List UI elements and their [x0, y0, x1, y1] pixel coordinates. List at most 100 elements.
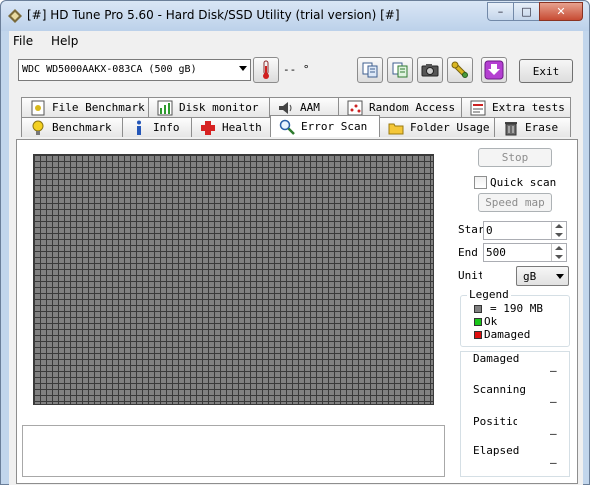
end-input[interactable]: 500: [483, 243, 567, 262]
tab-aam[interactable]: AAM: [269, 97, 339, 117]
copy-icon: [362, 62, 378, 78]
stat-position-value: –: [550, 427, 557, 440]
start-input[interactable]: 0: [483, 221, 567, 240]
unit-label-clip: Unit: [458, 269, 482, 285]
spin-arrows[interactable]: [551, 222, 566, 239]
app-window: [#] HD Tune Pro 5.60 - Hard Disk/SSD Uti…: [0, 0, 590, 485]
end-input-value: 500: [486, 246, 506, 259]
download-icon: [484, 60, 504, 80]
start-label: Start: [458, 223, 484, 236]
tab-label: Error Scan: [301, 120, 368, 133]
tab-label: Extra tests: [492, 101, 565, 114]
window-title: [#] HD Tune Pro 5.60 - Hard Disk/SSD Uti…: [27, 8, 400, 22]
tab-label: File Benchmark: [52, 101, 145, 114]
quick-scan-label: Quick scan: [490, 176, 557, 189]
wrench-icon: [451, 61, 468, 78]
drive-select[interactable]: WDC WD5000AAKX-083CA (500 gB): [18, 59, 251, 81]
tab-error-scan[interactable]: Error Scan: [270, 115, 380, 137]
tab-info[interactable]: Info: [122, 117, 192, 137]
title-bar[interactable]: [#] HD Tune Pro 5.60 - Hard Disk/SSD Uti…: [1, 1, 589, 31]
legend-swatch-ok: [474, 318, 482, 326]
speaker-icon: [278, 100, 294, 116]
tab-label: Random Access: [369, 101, 456, 114]
legend-title: Legend: [467, 288, 511, 301]
unit-select[interactable]: gB: [516, 266, 569, 286]
menu-bar: File Help: [9, 31, 583, 51]
legend-block-size: = 190 MB: [490, 302, 543, 315]
tab-benchmark[interactable]: Benchmark: [21, 117, 123, 137]
temperature-button[interactable]: [253, 57, 279, 83]
tab-erase[interactable]: Erase: [494, 117, 571, 137]
tab-file-benchmark[interactable]: File Benchmark: [21, 97, 149, 117]
start-label-clip: Start: [458, 223, 484, 239]
exit-button[interactable]: Exit: [519, 59, 573, 83]
client-area: File Help WDC WD5000AAKX-083CA (500 gB) …: [9, 31, 583, 485]
temperature-readout: -- °: [283, 63, 310, 76]
legend-swatch-damaged: [474, 331, 482, 339]
screenshot-button[interactable]: [417, 57, 443, 83]
position-label-clip: Position: [473, 415, 517, 431]
tab-folder-usage[interactable]: Folder Usage: [379, 117, 495, 137]
stat-scanning-value: –: [550, 395, 557, 408]
end-label: End: [458, 246, 478, 259]
speed-map-button[interactable]: Speed map: [478, 193, 552, 212]
stat-scanning-label: Scanning: [473, 383, 526, 396]
legend-swatch-block: [474, 305, 482, 313]
tab-label: Health: [222, 121, 262, 134]
tab-extra-tests[interactable]: Extra tests: [461, 97, 571, 117]
legend-damaged-label: Damaged: [484, 328, 531, 341]
quick-scan-checkbox[interactable]: [474, 176, 487, 189]
random-access-icon: [347, 100, 363, 116]
save-button[interactable]: [481, 57, 507, 83]
trash-icon: [503, 120, 519, 136]
maximize-button[interactable]: □: [513, 2, 539, 21]
tab-random-access[interactable]: Random Access: [338, 97, 462, 117]
chevron-down-icon: [556, 274, 564, 279]
stat-damaged-label: Damaged: [473, 352, 520, 365]
stat-damaged-value: –: [550, 364, 557, 377]
file-benchmark-icon: [30, 100, 46, 116]
tab-label: Folder Usage: [410, 121, 490, 134]
legend-ok-label: Ok: [484, 315, 498, 328]
unit-select-value: gB: [523, 270, 537, 283]
tab-label: Benchmark: [52, 121, 112, 134]
minimize-button[interactable]: –: [487, 2, 513, 21]
chevron-down-icon: [239, 66, 247, 71]
unit-label: Unit: [458, 269, 482, 282]
stat-elapsed-value: –: [550, 456, 557, 469]
extra-tests-icon: [470, 100, 486, 116]
folder-icon: [388, 120, 404, 136]
camera-icon: [421, 64, 439, 77]
copy-all-button[interactable]: [387, 57, 413, 83]
close-button[interactable]: ✕: [539, 2, 583, 21]
tab-label: AAM: [300, 101, 320, 114]
error-scan-grid: [33, 154, 434, 405]
magnifier-icon: [279, 119, 295, 135]
thermometer-icon: [263, 60, 269, 79]
copy-all-icon: [392, 62, 408, 78]
app-icon: [8, 9, 22, 23]
window-controls: – □ ✕: [487, 2, 583, 21]
lightbulb-icon: [30, 120, 46, 136]
health-cross-icon: [200, 120, 216, 136]
spin-up-icon: [555, 224, 563, 228]
tab-label: Disk monitor: [179, 101, 259, 114]
options-button[interactable]: [447, 57, 473, 83]
spin-down-icon: [555, 233, 563, 237]
start-input-value: 0: [486, 224, 493, 237]
disk-monitor-icon: [157, 100, 173, 116]
tab-label: Erase: [525, 121, 559, 134]
info-icon: [131, 120, 147, 136]
tab-health[interactable]: Health: [191, 117, 271, 137]
menu-file[interactable]: File: [13, 34, 33, 48]
tab-disk-monitor[interactable]: Disk monitor: [148, 97, 270, 117]
copy-button[interactable]: [357, 57, 383, 83]
spin-down-icon: [555, 255, 563, 259]
stop-button[interactable]: Stop: [478, 148, 552, 167]
stat-elapsed-label: Elapsed: [473, 444, 520, 457]
stat-position-label: Position: [473, 415, 517, 428]
tab-label: Info: [153, 121, 180, 134]
spin-arrows[interactable]: [551, 244, 566, 261]
drive-select-value: WDC WD5000AAKX-083CA (500 gB): [22, 64, 197, 75]
menu-help[interactable]: Help: [51, 34, 78, 48]
